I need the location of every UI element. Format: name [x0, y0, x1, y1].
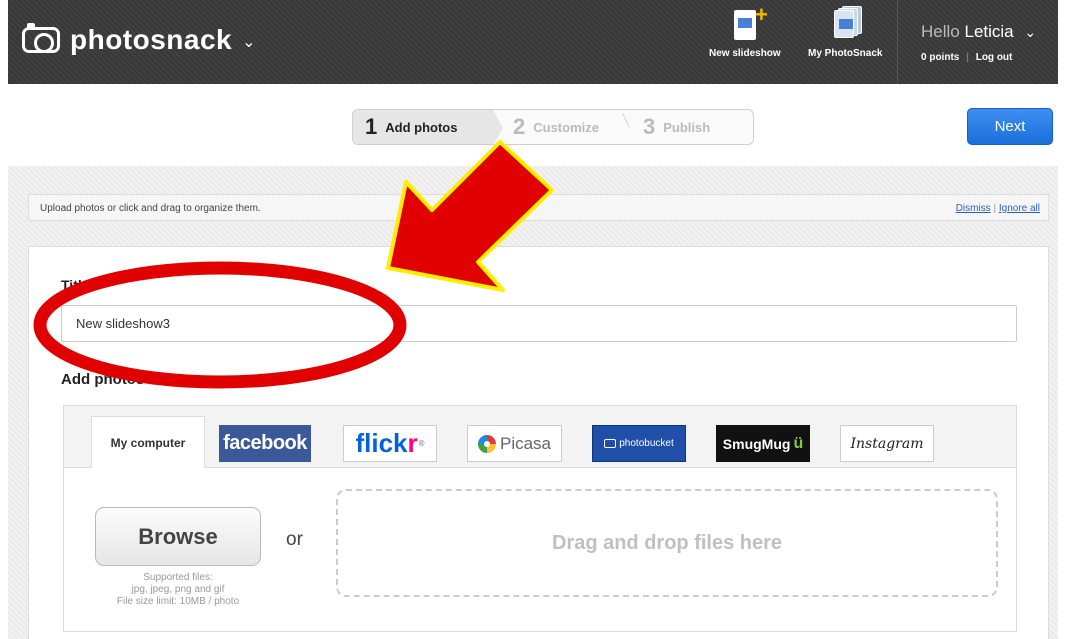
user-name: Leticia: [964, 22, 1014, 41]
brand-name: photosnack: [70, 24, 233, 55]
divider: [897, 0, 898, 84]
tab-my-computer[interactable]: My computer: [91, 416, 205, 469]
separator: |: [993, 203, 997, 214]
or-label: or: [286, 529, 303, 550]
picasa-label: Picasa: [499, 433, 552, 453]
user-menu[interactable]: Hello Leticia ⌄: [921, 22, 1036, 42]
brand-menu[interactable]: photosnack ⌄: [22, 20, 256, 60]
points-link[interactable]: 0 points: [921, 52, 959, 63]
flickr-logo-a: flick: [355, 428, 408, 458]
logout-link[interactable]: Log out: [976, 52, 1013, 63]
account-links: 0 points | Log out: [921, 52, 1012, 63]
my-photosnack-label: My PhotoSnack: [808, 48, 883, 59]
flickr-logo-b: r: [407, 428, 418, 458]
step-publish[interactable]: 3 Publish: [621, 110, 710, 144]
tab-smugmug[interactable]: SmugMug ü: [716, 425, 810, 462]
step-number: 3: [643, 114, 656, 139]
plus-icon: +: [754, 2, 768, 27]
new-slideshow-label: New slideshow: [709, 48, 781, 59]
step-number: 2: [513, 114, 526, 139]
tab-instagram[interactable]: Instagram: [840, 425, 934, 462]
picasa-icon: [477, 434, 496, 453]
title-input[interactable]: [61, 305, 1017, 342]
supported-files-line: Supported files:: [143, 572, 213, 583]
step-customize[interactable]: 2 Customize: [493, 110, 621, 144]
greeting: Hello: [921, 22, 960, 41]
notice-message: Upload photos or click and drag to organ…: [40, 203, 261, 214]
browse-button[interactable]: Browse: [95, 507, 261, 566]
step-label: Customize: [533, 119, 599, 135]
stacked-documents-icon: [834, 6, 863, 40]
camera-icon: [604, 439, 617, 448]
wizard-steps: 1 Add photos 2 Customize 3 Publish: [352, 109, 754, 146]
tab-facebook[interactable]: facebook: [219, 425, 311, 462]
supported-types-line: jpg, jpeg, png and gif: [131, 584, 225, 595]
notice-bar: Upload photos or click and drag to organ…: [28, 194, 1049, 221]
photobucket-label: photobucket: [619, 438, 674, 449]
title-label: Title: [61, 277, 90, 293]
chevron-down-icon: ⌄: [242, 34, 256, 51]
camera-logo-icon: [22, 23, 60, 53]
step-add-photos[interactable]: 1 Add photos: [353, 110, 503, 146]
tab-picasa[interactable]: Picasa: [467, 425, 562, 462]
dismiss-link[interactable]: Dismiss: [956, 203, 991, 214]
size-limit-line: File size limit: 10MB / photo: [116, 596, 240, 607]
step-label: Add photos: [385, 119, 458, 135]
drop-zone[interactable]: Drag and drop files here: [336, 489, 998, 597]
next-button[interactable]: Next: [967, 108, 1053, 145]
chevron-down-icon: ⌄: [1024, 24, 1037, 40]
tab-flickr[interactable]: flick r ®: [343, 425, 437, 462]
step-number: 1: [365, 114, 378, 139]
flickr-trademark: ®: [418, 439, 425, 448]
new-document-icon: +: [733, 4, 768, 40]
smugmug-label: SmugMug: [722, 435, 791, 452]
add-photos-label: Add photos: [61, 371, 145, 388]
divider: |: [966, 52, 969, 63]
step-label: Publish: [663, 119, 711, 135]
supported-files-note: Supported files: jpg, jpeg, png and gif …: [95, 572, 261, 608]
ignore-all-link[interactable]: Ignore all: [999, 203, 1040, 214]
new-slideshow-button[interactable]: + New slideshow: [709, 4, 781, 60]
notice-actions: Dismiss | Ignore all: [956, 203, 1040, 214]
my-photosnack-button[interactable]: My PhotoSnack: [808, 6, 883, 59]
tab-photobucket[interactable]: photobucket: [592, 425, 686, 462]
smile-icon: ü: [793, 434, 804, 452]
